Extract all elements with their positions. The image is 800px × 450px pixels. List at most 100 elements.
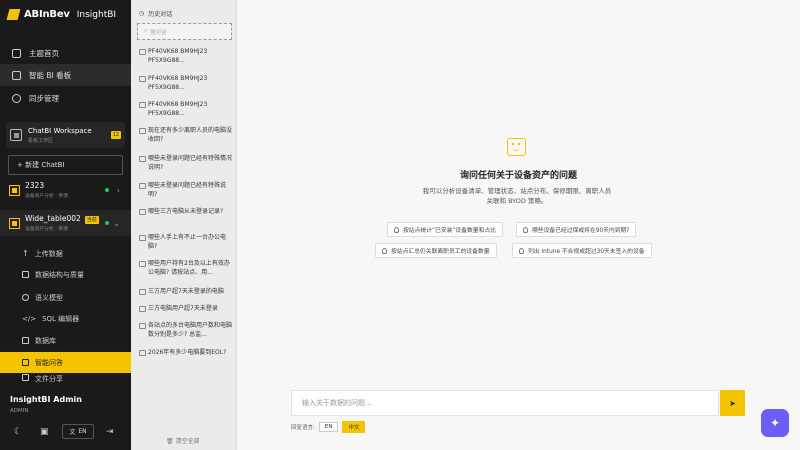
nav-item-bi-dashboard[interactable]: 智能 BI 看板 [0, 64, 131, 86]
project-title: 2323 [25, 181, 45, 190]
nav-item-sync[interactable]: 同步管理 [0, 87, 131, 109]
history-item[interactable]: 哪些用户持有2台及以上有效办公电脑? 请按站点、用... [139, 259, 233, 277]
sync-icon [12, 93, 21, 103]
send-icon: ➤ [729, 398, 736, 408]
history-clock-icon: ◷ [139, 10, 145, 17]
suggestion-text: 按站点汇总仍关联离职员工的设备数量 [391, 249, 490, 255]
project-item-wide-table002[interactable]: Wide_table002 当前 设备资产分析 · 英博 ⌄ [0, 210, 131, 236]
history-item[interactable]: 哪些未登录问题已经有特殊情况说明? [139, 154, 233, 172]
window-icon[interactable]: ▣ [40, 427, 49, 437]
submenu-database[interactable]: 数据库 [0, 330, 131, 351]
code-icon: </> [22, 314, 37, 323]
lightbulb-icon [394, 226, 399, 233]
lang-option-zh[interactable]: 中文 [342, 421, 366, 433]
nav-label: 智能 BI 看板 [29, 70, 72, 80]
trash-icon: 🗑 [166, 438, 174, 445]
project-sub: 设备资产分析 · 英博 [25, 227, 68, 232]
history-item[interactable]: PF40VK68 BM9HJ23 PF5X9G88... [139, 100, 233, 118]
history-header: ◷ 历史对话 [139, 9, 172, 18]
arrow-up-icon: ↑ [22, 249, 29, 258]
lang-option-en[interactable]: EN [318, 422, 339, 432]
question-input[interactable]: 输入关于数据的问题... [291, 390, 719, 416]
nav-label: 主题首页 [29, 48, 59, 58]
home-icon [12, 48, 21, 58]
history-panel: ◷ 历史对话 ⌕ 搜对话 PF40VK68 BM9HJ23 PF5X9G88..… [131, 0, 237, 450]
app-name: InsightBI [76, 9, 117, 20]
chevron-down-icon[interactable]: ⌄ [113, 219, 120, 228]
history-item[interactable]: 现在还有多少离职人员的电脑没收回? [139, 126, 233, 144]
suggestion-chip[interactable]: 按站点汇总仍关联离职员工的设备数量 [375, 243, 497, 258]
history-item[interactable]: 三方用户超7天未登录的电脑 [139, 287, 233, 296]
history-item[interactable]: 2026年有多少电脑要到EOL? [139, 348, 233, 357]
history-item[interactable]: PF40VK68 BM9HJ23 PF5X9G88... [139, 74, 233, 92]
user-name: InsightBI Admin [10, 395, 82, 404]
history-item[interactable]: 哪些人手上有不止一台办公电脑? [139, 233, 233, 251]
project-title: Wide_table002 当前 [25, 214, 99, 224]
history-item[interactable]: PF40VK68 BM9HJ23 PF5X9G88... [139, 47, 233, 65]
workspace-title: ChatBI Workspace [28, 126, 92, 135]
abinbev-logo-icon [6, 9, 21, 20]
suggestion-chip[interactable]: 列出 Intune 不合规或超过30天未签入的设备 [512, 243, 652, 258]
search-icon: ⌕ [144, 28, 148, 34]
main-area: 询问任何关于设备资产的问题 我可以分析设备清单、管理状态、站点分布、保修期限、离… [237, 0, 800, 450]
history-item[interactable]: 各站点的多台电脑用户数和电脑数分别是多少? 总监... [139, 321, 233, 339]
database-icon [22, 337, 29, 344]
nav-label: 同步管理 [29, 93, 59, 103]
project-icon [9, 217, 20, 229]
suggestion-chip[interactable]: 按站点统计“已安装”设备数量和占比 [387, 222, 503, 237]
submenu-sql-editor[interactable]: </> SQL 编辑器 [0, 308, 131, 329]
moon-icon[interactable]: ☾ [14, 427, 22, 437]
submenu-smart-qa[interactable]: 智能问答 [0, 352, 131, 373]
suggestion-chip[interactable]: 哪些设备已经过保或将在90天内到期? [516, 222, 637, 237]
workspace-badge: 12 [110, 131, 121, 139]
submenu-label: 上传数据 [34, 249, 63, 258]
submenu-label: 数据结构与质量 [35, 270, 84, 279]
status-dot [105, 221, 109, 225]
logo-text: ABInBev [24, 9, 70, 20]
history-item[interactable]: 三方电脑用户超7天未登录 [139, 304, 233, 313]
history-search-placeholder: 搜对话 [150, 29, 167, 36]
suggestion-text: 按站点统计“已安装”设备数量和占比 [403, 228, 496, 234]
translate-icon: 文 [69, 429, 76, 436]
submenu-label: 语义模型 [35, 293, 63, 302]
workspace-sub: 看板工作区 [28, 137, 54, 144]
lightbulb-icon [523, 226, 528, 233]
sparkle-icon: ✦ [769, 416, 781, 430]
submenu-semantic-model[interactable]: 语义模型 [0, 287, 131, 308]
lightbulb-icon [382, 247, 387, 254]
reply-language-row: 回复语言: EN 中文 [291, 421, 366, 433]
submenu-data-structure[interactable]: 数据结构与质量 [0, 264, 131, 285]
share-icon [22, 374, 29, 381]
submenu-label: 文件分享 [35, 375, 63, 383]
new-chatbi-button[interactable]: + 新建 ChatBI [8, 155, 123, 175]
nav-item-home[interactable]: 主题首页 [0, 42, 131, 64]
submenu-file-share[interactable]: 文件分享 [0, 374, 131, 384]
user-role: ADMIN [10, 408, 29, 414]
page-description: 我可以分析设备清单、管理状态、站点分布、保修期限、离职人员关联和 BYOD 策略… [422, 187, 612, 206]
project-icon [9, 184, 20, 196]
workspace-switcher[interactable]: ChatBI Workspace 看板工作区 12 [6, 122, 125, 148]
ai-assistant-button[interactable]: ✦ [761, 409, 789, 437]
clear-history-button[interactable]: 🗑 清空全部 [166, 436, 200, 445]
submenu-label: 数据库 [35, 336, 56, 345]
suggestion-text: 列出 Intune 不合规或超过30天未签入的设备 [528, 249, 645, 255]
send-button[interactable]: ➤ [720, 390, 745, 416]
submenu-upload-data[interactable]: ↑ 上传数据 [0, 243, 131, 264]
history-item[interactable]: 哪些未登录问题已经有特殊说明? [139, 181, 233, 199]
model-icon [22, 294, 29, 301]
chat-icon [22, 359, 29, 366]
table-icon [22, 271, 29, 278]
workspace-icon [10, 129, 22, 141]
history-search-input[interactable]: ⌕ 搜对话 [137, 23, 232, 40]
logout-icon[interactable]: ⇥ [106, 427, 114, 437]
brand[interactable]: ABInBev InsightBI [6, 9, 117, 20]
lightbulb-icon [519, 247, 524, 254]
sidebar: ABInBev InsightBI 主题首页 智能 BI 看板 同步管理 Cha… [0, 0, 131, 450]
language-toggle[interactable]: 文 EN [62, 424, 94, 439]
status-dot [105, 188, 109, 192]
chevron-right-icon[interactable]: › [117, 186, 120, 195]
project-item-2323[interactable]: 2323 设备资产分析 · 英博 › [0, 177, 131, 203]
user-panel: InsightBI Admin ADMIN ☾ ▣ ⇥ [0, 384, 131, 450]
project-sub: 设备资产分析 · 英博 [25, 194, 68, 199]
history-item[interactable]: 哪些三方电脑从未登录记录? [139, 207, 233, 216]
